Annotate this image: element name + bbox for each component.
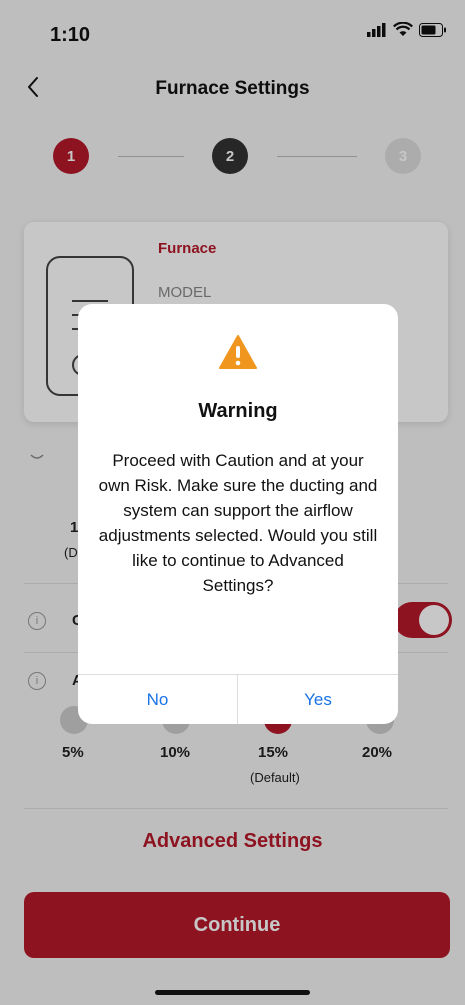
- warning-dialog: Warning Proceed with Caution and at your…: [78, 304, 398, 724]
- yes-button[interactable]: Yes: [238, 675, 398, 724]
- dialog-title: Warning: [198, 400, 278, 422]
- dialog-message: Proceed with Caution and at your own Ris…: [98, 451, 378, 595]
- no-button[interactable]: No: [78, 675, 238, 724]
- home-indicator: [155, 990, 310, 995]
- warning-icon: [78, 334, 398, 370]
